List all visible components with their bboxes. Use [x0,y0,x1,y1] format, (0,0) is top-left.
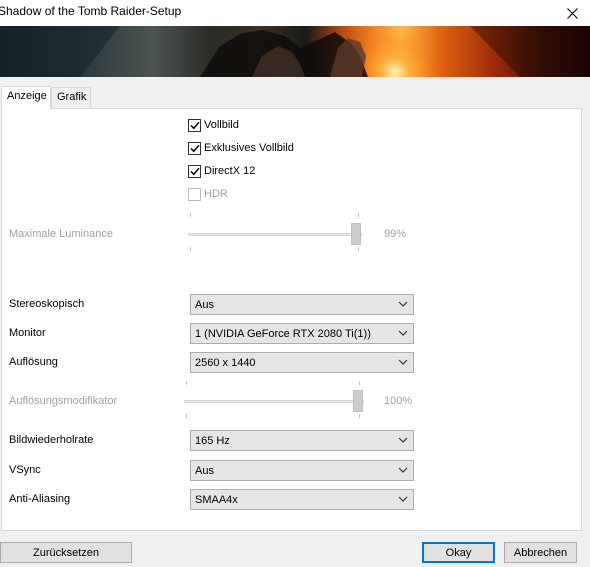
resolution-select[interactable]: 2560 x 1440 [190,352,414,373]
vsync-label: VSync [9,464,41,476]
checkbox-directx12[interactable]: DirectX 12 [188,163,255,179]
refresh-select[interactable]: 165 Hz [190,430,414,451]
monitor-label: Monitor [9,327,46,339]
reset-button-label: Zurücksetzen [32,546,100,559]
vsync-select[interactable]: Aus [190,460,414,481]
vsync-value: Aus [195,464,214,477]
slider-tick [358,247,359,251]
resolution-modifier-slider-track[interactable] [184,400,364,403]
antialiasing-label: Anti-Aliasing [9,493,71,505]
checkmark-icon [189,121,200,129]
checkbox-hdr[interactable]: HDR [188,186,228,202]
chevron-down-icon [398,496,408,502]
resolution-value: 2560 x 1440 [195,356,256,369]
checkbox-box[interactable] [188,187,201,201]
resolution-label: Auflösung [9,356,58,368]
close-button[interactable] [554,0,590,26]
resolution-modifier-label: Auflösungsmodifikator [9,395,118,407]
ok-button-label: Okay [445,546,472,559]
antialiasing-value: SMAA4x [195,493,238,506]
checkbox-exklusives-vollbild[interactable]: Exklusives Vollbild [188,140,294,156]
slider-tick [190,213,191,217]
stereo-value: Aus [195,298,214,311]
slider-tick [186,381,187,385]
checkbox-label: DirectX 12 [204,165,256,177]
checkbox-box[interactable] [188,164,201,178]
slider-tick [186,414,187,418]
banner-image [0,26,590,77]
monitor-select[interactable]: 1 (NVIDIA GeForce RTX 2080 Ti(1)) [190,323,414,344]
ok-button[interactable]: Okay [422,542,495,563]
cancel-button-label: Abbrechen [513,546,568,559]
luminance-label: Maximale Luminance [9,228,113,240]
chevron-down-icon [398,437,408,443]
resolution-modifier-value: 100% [384,395,413,407]
checkbox-label: HDR [204,188,228,200]
tab-grafik-label: Grafik [57,91,87,103]
tab-grafik[interactable]: Grafik [51,87,91,108]
slider-tick [358,213,359,217]
checkmark-icon [189,167,200,175]
chevron-down-icon [398,467,408,473]
luminance-slider-track[interactable] [188,233,362,236]
resolution-modifier-slider-thumb[interactable] [353,390,363,412]
tab-anzeige[interactable]: Anzeige [1,86,51,109]
cancel-button[interactable]: Abbrechen [504,542,577,563]
checkbox-label: Vollbild [204,119,239,131]
slider-tick [190,247,191,251]
reset-button[interactable]: Zurücksetzen [0,542,132,563]
chevron-down-icon [398,330,408,336]
checkbox-box[interactable] [188,141,201,155]
window-title: Shadow of the Tomb Raider-Setup [0,4,182,18]
chevron-down-icon [398,359,408,365]
chevron-down-icon [398,301,408,307]
checkbox-box[interactable] [188,118,201,132]
checkmark-icon [189,144,200,152]
luminance-value: 99% [384,228,407,240]
settings-panel: Vollbild Exklusives Vollbild DirectX 12 … [1,108,582,531]
stereo-label: Stereoskopisch [9,298,85,310]
tab-anzeige-label: Anzeige [7,90,47,102]
title-bar: Shadow of the Tomb Raider-Setup [0,0,590,26]
checkbox-vollbild[interactable]: Vollbild [188,117,239,133]
stereo-select[interactable]: Aus [190,294,414,315]
checkbox-label: Exklusives Vollbild [204,142,294,154]
monitor-value: 1 (NVIDIA GeForce RTX 2080 Ti(1)) [195,327,371,340]
luminance-slider-thumb[interactable] [351,223,361,245]
antialiasing-select[interactable]: SMAA4x [190,489,414,510]
refresh-label: Bildwiederholrate [9,434,94,446]
close-icon [566,7,578,19]
refresh-value: 165 Hz [195,434,230,447]
slider-tick [359,381,360,385]
slider-tick [359,414,360,418]
